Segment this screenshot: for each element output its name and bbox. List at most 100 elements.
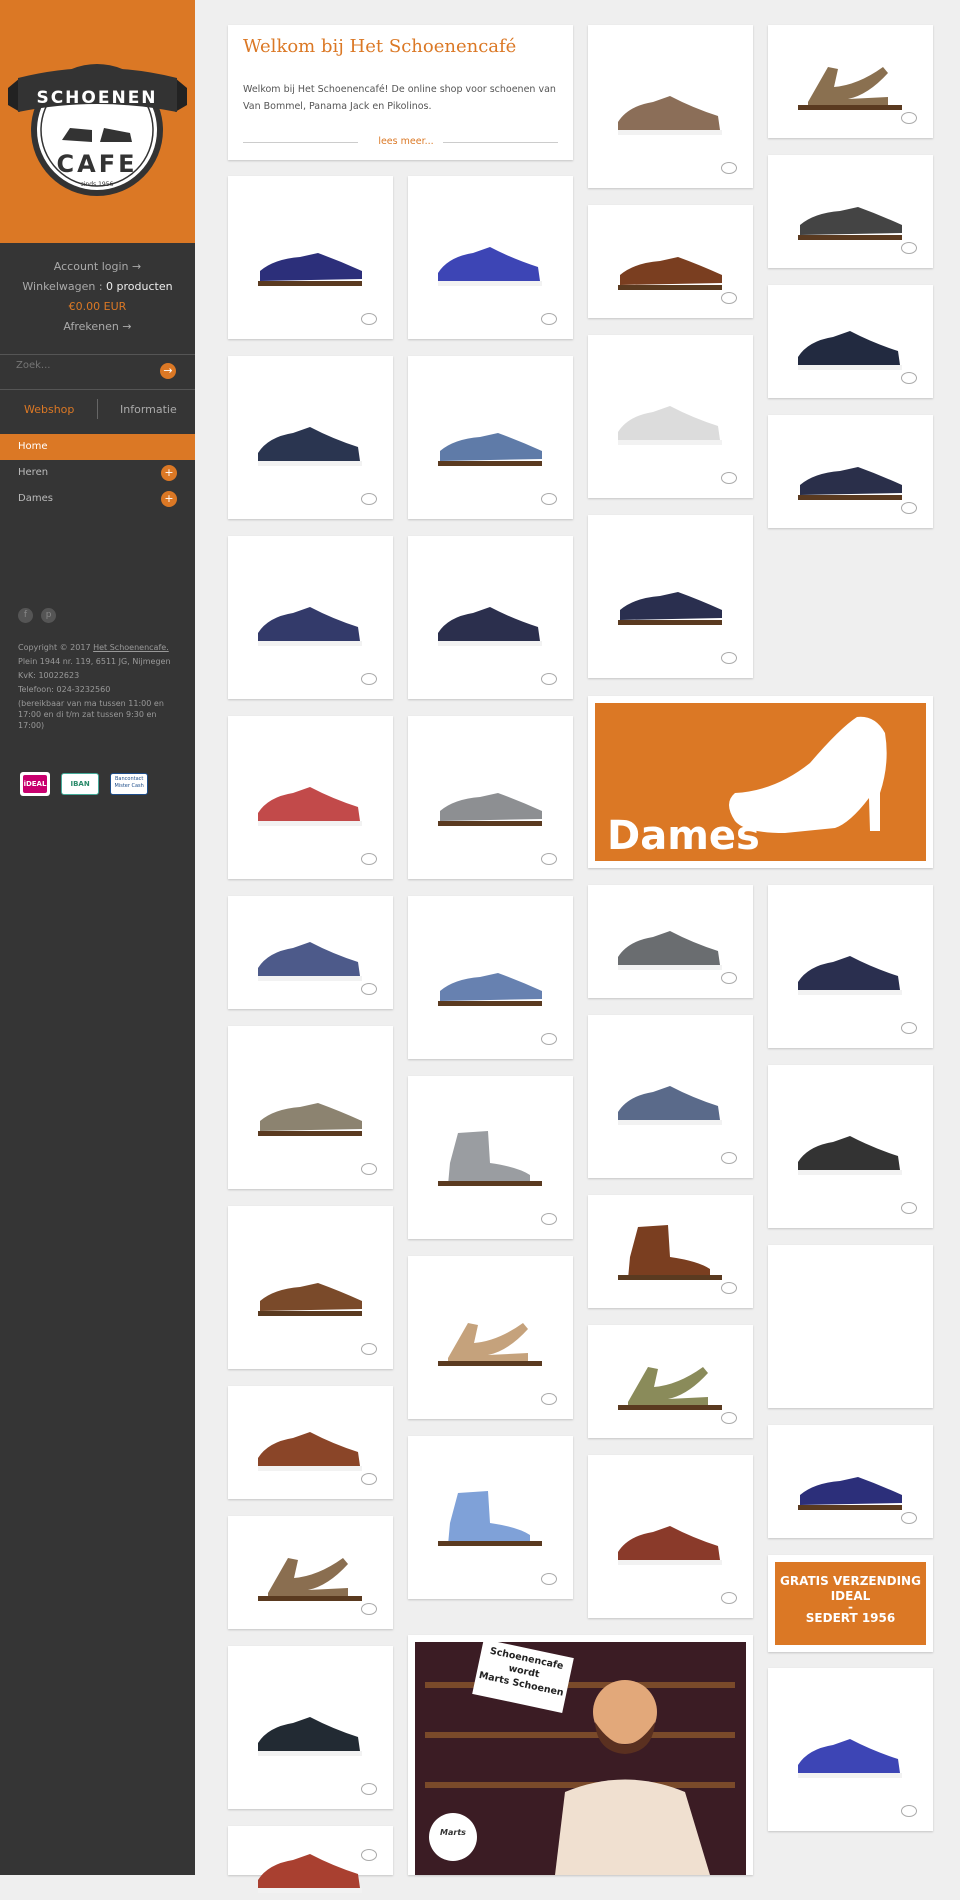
product-card[interactable]: [408, 176, 573, 339]
product-card[interactable]: [228, 1826, 393, 1893]
shoe-image: [618, 405, 722, 445]
shipping-line1: GRATIS VERZENDING: [780, 1574, 921, 1588]
nav-label-heren: Heren: [18, 467, 49, 478]
shoe-image: [258, 1557, 362, 1601]
product-card[interactable]: [768, 885, 933, 1048]
shoe-image: [438, 432, 542, 466]
welcome-title: Welkom bij Het Schoenencafé: [243, 36, 517, 57]
shoe-image: [618, 930, 722, 970]
sidebar-footer: Copyright © 2017 Het Schoenencafe. Plein…: [18, 642, 183, 734]
watermark-icon: [361, 1473, 377, 1485]
expand-dames-button[interactable]: +: [161, 491, 177, 507]
watermark-icon: [721, 292, 737, 304]
copyright-link[interactable]: Het Schoenencafe.: [93, 643, 169, 652]
product-card[interactable]: [588, 515, 753, 678]
tab-webshop[interactable]: Webshop: [24, 403, 74, 416]
nav-item-home[interactable]: Home: [0, 434, 195, 460]
cart-summary[interactable]: Winkelwagen : 0 producten: [0, 278, 195, 295]
address-text: Plein 1944 nr. 119, 6511 JG, Nijmegen: [18, 657, 171, 666]
shoe-image: [258, 1716, 362, 1756]
product-card[interactable]: [408, 1256, 573, 1419]
product-card[interactable]: [768, 1245, 933, 1408]
product-card[interactable]: [768, 1065, 933, 1228]
product-card[interactable]: [228, 356, 393, 519]
product-card[interactable]: [588, 335, 753, 498]
product-card[interactable]: [768, 1425, 933, 1538]
facebook-icon[interactable]: f: [18, 608, 33, 623]
account-login-link[interactable]: Account login →: [0, 258, 195, 275]
shoe-image: [258, 1282, 362, 1316]
search-submit-button[interactable]: →: [160, 363, 176, 379]
product-card[interactable]: [588, 25, 753, 188]
shipping-banner[interactable]: GRATIS VERZENDING IDEAL - SEDERT 1956: [768, 1555, 933, 1652]
nav-item-dames[interactable]: Dames +: [0, 486, 195, 512]
product-card[interactable]: [408, 716, 573, 879]
product-card[interactable]: [228, 1206, 393, 1369]
schoenencafe-logo: SCHOENEN CAFE sinds 1956: [8, 64, 187, 196]
shipping-line3: -: [848, 1600, 853, 1614]
shoe-image: [438, 606, 542, 646]
logo[interactable]: SCHOENEN CAFE sinds 1956: [0, 0, 195, 243]
read-more-link[interactable]: lees meer...: [371, 136, 441, 147]
product-card[interactable]: [408, 536, 573, 699]
phone-text: Telefoon: 024-3232560: [18, 685, 111, 694]
product-card[interactable]: [588, 1195, 753, 1308]
watermark-icon: [901, 1202, 917, 1214]
product-card[interactable]: [228, 1386, 393, 1499]
product-card[interactable]: [228, 896, 393, 1009]
product-card[interactable]: [588, 1015, 753, 1178]
marts-banner[interactable]: Schoenencafe wordt Marts Schoenen Marts: [408, 1635, 753, 1875]
product-card[interactable]: [228, 1646, 393, 1809]
watermark-icon: [901, 112, 917, 124]
iban-logo: IBAN: [61, 773, 100, 795]
product-card[interactable]: [588, 205, 753, 318]
checkout-link[interactable]: Afrekenen →: [0, 318, 195, 335]
watermark-icon: [541, 853, 557, 865]
ideal-logo: iDEAL: [20, 772, 50, 796]
product-card[interactable]: [408, 1076, 573, 1239]
product-card[interactable]: [588, 1325, 753, 1438]
cart-count: 0 producten: [106, 280, 173, 293]
sidebar: SCHOENEN CAFE sinds 1956 Account login →…: [0, 0, 195, 1875]
hours-text: (bereikbaar van ma tussen 11:00 en 17:00…: [18, 699, 164, 730]
shoe-image: [258, 786, 362, 826]
watermark-icon: [361, 313, 377, 325]
expand-heren-button[interactable]: +: [161, 465, 177, 481]
product-card[interactable]: [228, 1516, 393, 1629]
watermark-icon: [901, 372, 917, 384]
watermark-icon: [541, 673, 557, 685]
watermark-icon: [361, 1163, 377, 1175]
watermark-icon: [541, 493, 557, 505]
watermark-icon: [361, 853, 377, 865]
shoe-image: [618, 1366, 722, 1410]
product-card[interactable]: [408, 896, 573, 1059]
shoe-image: [438, 1490, 542, 1546]
shoe-image: [438, 246, 542, 286]
product-card[interactable]: [228, 176, 393, 339]
marts-logo-text: Marts: [440, 1828, 466, 1837]
product-card[interactable]: [228, 536, 393, 699]
tab-informatie[interactable]: Informatie: [120, 403, 177, 416]
shoe-image: [258, 1102, 362, 1136]
product-card[interactable]: [768, 25, 933, 138]
product-card[interactable]: [228, 716, 393, 879]
bancontact-logo: Bancontact Mister Cash: [110, 773, 149, 795]
nav-item-heren[interactable]: Heren +: [0, 460, 195, 486]
product-card[interactable]: [588, 1455, 753, 1618]
product-card[interactable]: [408, 1436, 573, 1599]
product-card[interactable]: [228, 1026, 393, 1189]
product-card[interactable]: [588, 885, 753, 998]
dames-banner[interactable]: Dames: [588, 696, 933, 868]
welcome-text: Welkom bij Het Schoenencafé! De online s…: [243, 84, 556, 112]
pinterest-icon[interactable]: p: [41, 608, 57, 623]
shoe-image: [618, 591, 722, 625]
product-card[interactable]: [768, 1668, 933, 1831]
watermark-icon: [541, 1033, 557, 1045]
product-card[interactable]: [768, 155, 933, 268]
search-input[interactable]: [14, 359, 148, 372]
shoe-image: [798, 1738, 902, 1778]
watermark-icon: [721, 1152, 737, 1164]
product-card[interactable]: [408, 356, 573, 519]
product-card[interactable]: [768, 415, 933, 528]
product-card[interactable]: [768, 285, 933, 398]
